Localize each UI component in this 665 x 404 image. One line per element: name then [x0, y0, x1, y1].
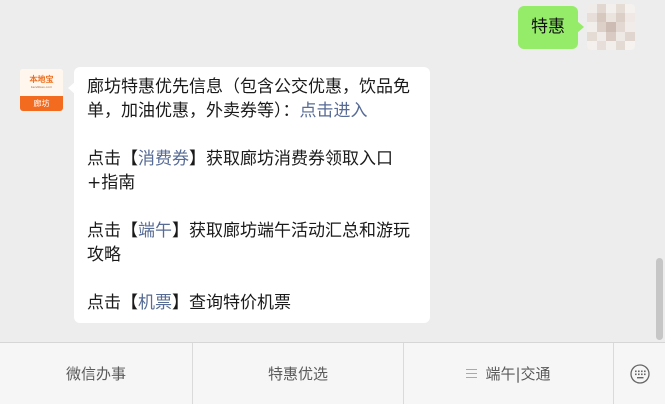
sent-message-bubble[interactable]: 特惠	[518, 6, 584, 49]
message-text: 】查询特价机票	[172, 293, 291, 313]
bot-avatar[interactable]: 本地宝 bendibao.com 廊坊	[20, 69, 63, 111]
menu-item-special-offers[interactable]: 特惠优选	[193, 343, 404, 404]
logo-url: bendibao.com	[30, 85, 53, 89]
menu-item-label: 特惠优选	[267, 365, 328, 383]
air-ticket-link[interactable]: 机票	[138, 293, 172, 313]
keyboard-icon	[629, 363, 650, 384]
chat-area: 特惠 本地宝 bendibao.com 廊坊 廊坊特惠优先信息（包含公交优惠，饮…	[0, 0, 665, 342]
message-paragraph: 点击【消费券】获取廊坊消费券领取入口+指南	[87, 147, 420, 195]
message-text: 点击【	[87, 221, 138, 241]
enter-link[interactable]: 点击进入	[300, 101, 368, 121]
menu-item-label: 端午|交通	[485, 365, 551, 383]
user-avatar[interactable]	[587, 4, 635, 50]
bottom-menu: 微信办事 特惠优选 端午|交通	[0, 342, 665, 404]
keyboard-toggle-button[interactable]	[614, 343, 665, 404]
menu-item-dragon-boat-traffic[interactable]: 端午|交通	[404, 343, 614, 404]
coupon-link[interactable]: 消费券	[138, 149, 189, 169]
dragon-boat-link[interactable]: 端午	[138, 221, 172, 241]
message-paragraph: 廊坊特惠优先信息（包含公交优惠，饮品免单，加油优惠，外卖券等）：点击进入	[87, 75, 420, 123]
hamburger-icon	[466, 369, 478, 378]
bendibao-logo: 本地宝 bendibao.com	[20, 69, 63, 96]
menu-item-label: 微信办事	[65, 365, 126, 383]
received-message-bubble: 廊坊特惠优先信息（包含公交优惠，饮品免单，加油优惠，外卖券等）：点击进入 点击【…	[68, 67, 430, 323]
logo-city: 廊坊	[20, 96, 63, 111]
message-text: 点击【	[87, 149, 138, 169]
chat-scrollbar[interactable]	[656, 258, 663, 340]
menu-item-wechat-service[interactable]: 微信办事	[0, 343, 193, 404]
logo-name: 本地宝	[29, 75, 54, 84]
message-text: 点击【	[87, 293, 138, 313]
message-paragraph: 点击【机票】查询特价机票	[87, 291, 420, 315]
message-paragraph: 点击【端午】获取廊坊端午活动汇总和游玩攻略	[87, 219, 420, 267]
